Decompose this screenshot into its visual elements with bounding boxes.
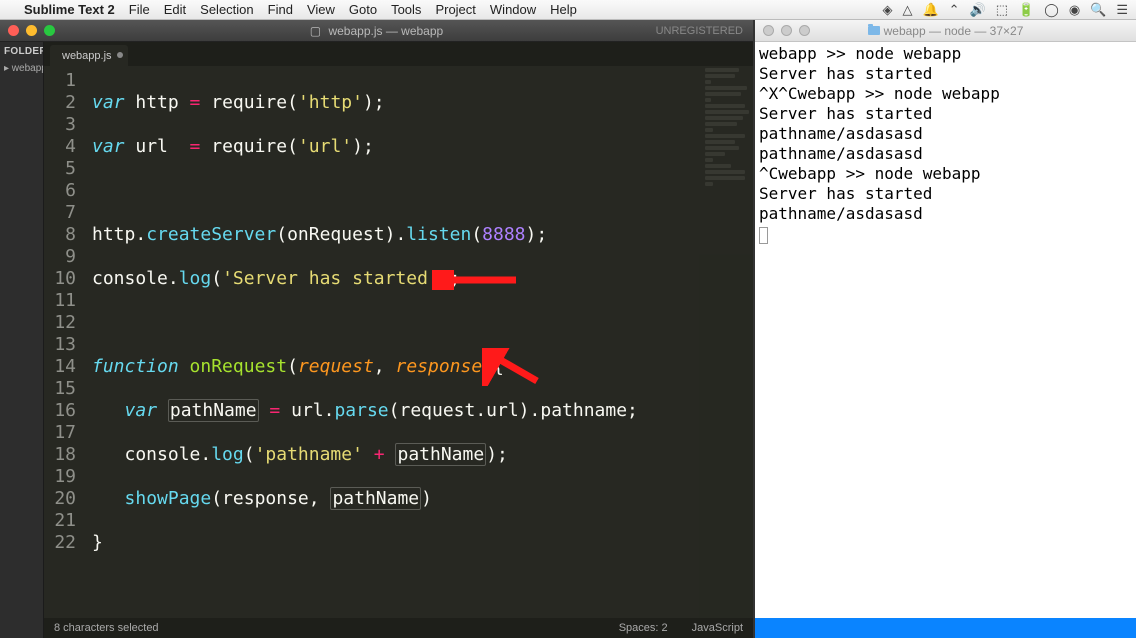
drive-icon[interactable]: ◈ xyxy=(882,2,892,18)
terminal-line: Server has started xyxy=(759,184,1132,204)
list-icon[interactable]: ☰ xyxy=(1116,2,1128,18)
line-number-gutter: 12345678910111213141516171819202122 xyxy=(44,66,86,618)
code-content[interactable]: var http = require('http'); var url = re… xyxy=(86,66,638,618)
window-title: ▢ webapp.js — webapp xyxy=(0,24,753,38)
sublime-window: ▢ webapp.js — webapp UNREGISTERED FOLDER… xyxy=(0,20,753,638)
battery-icon[interactable]: 🔋 xyxy=(1018,2,1034,18)
tab-bar: webapp.js xyxy=(44,42,753,66)
menu-window[interactable]: Window xyxy=(490,2,536,17)
menu-file[interactable]: File xyxy=(129,2,150,17)
terminal-line: webapp >> node webapp xyxy=(759,44,1132,64)
dot-icon[interactable]: ◉ xyxy=(1069,2,1080,18)
menu-project[interactable]: Project xyxy=(435,2,475,17)
folder-icon xyxy=(868,26,880,35)
status-bar: 8 characters selected Spaces: 2 JavaScri… xyxy=(44,618,753,638)
dirty-indicator-icon xyxy=(117,52,123,58)
unregistered-badge: UNREGISTERED xyxy=(656,25,743,37)
terminal-line: pathname/asdasasd xyxy=(759,124,1132,144)
terminal-cursor xyxy=(759,227,768,244)
sidebar-header: FOLDERS xyxy=(0,42,43,61)
terminal-window: webapp — node — 37×27 webapp >> node web… xyxy=(753,20,1136,638)
wifi-icon[interactable]: ⬚ xyxy=(996,2,1008,18)
terminal-line: ^Cwebapp >> node webapp xyxy=(759,164,1132,184)
sidebar-item-webapp[interactable]: ▸ webapp xyxy=(0,61,43,76)
menu-help[interactable]: Help xyxy=(550,2,577,17)
terminal-line: Server has started xyxy=(759,64,1132,84)
minimap[interactable] xyxy=(699,66,753,618)
cloud-icon[interactable]: △ xyxy=(902,2,912,18)
menu-view[interactable]: View xyxy=(307,2,335,17)
circle-icon[interactable]: ◯ xyxy=(1044,2,1059,18)
menubar-status-icons: ◈ △ 🔔 ⌃ 🔊 ⬚ 🔋 ◯ ◉ 🔍 ☰ xyxy=(882,0,1128,20)
terminal-line: pathname/asdasasd xyxy=(759,204,1132,224)
status-language[interactable]: JavaScript xyxy=(692,622,743,634)
terminal-line: ^X^Cwebapp >> node webapp xyxy=(759,84,1132,104)
editor-titlebar[interactable]: ▢ webapp.js — webapp UNREGISTERED xyxy=(0,20,753,42)
terminal-titlebar[interactable]: webapp — node — 37×27 xyxy=(755,20,1136,42)
terminal-output[interactable]: webapp >> node webapp Server has started… xyxy=(755,42,1136,618)
menu-selection[interactable]: Selection xyxy=(200,2,253,17)
terminal-title: webapp — node — 37×27 xyxy=(755,24,1136,38)
volume-icon[interactable]: 🔊 xyxy=(970,2,986,18)
folder-sidebar[interactable]: FOLDERS ▸ webapp xyxy=(0,42,44,638)
menu-find[interactable]: Find xyxy=(268,2,293,17)
search-icon[interactable]: 🔍 xyxy=(1090,2,1106,18)
document-icon: ▢ xyxy=(310,24,321,38)
dock-strip xyxy=(755,618,1136,638)
terminal-line: Server has started xyxy=(759,104,1132,124)
bluetooth-icon[interactable]: ⌃ xyxy=(949,2,960,18)
tab-label: webapp.js xyxy=(62,50,112,62)
status-spaces[interactable]: Spaces: 2 xyxy=(619,622,668,634)
code-editor[interactable]: 12345678910111213141516171819202122 var … xyxy=(44,66,753,618)
menu-goto[interactable]: Goto xyxy=(349,2,377,17)
terminal-line: pathname/asdasasd xyxy=(759,144,1132,164)
status-selection: 8 characters selected xyxy=(54,622,159,634)
tab-webappjs[interactable]: webapp.js xyxy=(50,45,128,66)
bell-icon[interactable]: 🔔 xyxy=(922,2,938,18)
menu-edit[interactable]: Edit xyxy=(164,2,186,17)
app-name[interactable]: Sublime Text 2 xyxy=(24,2,115,17)
menu-tools[interactable]: Tools xyxy=(391,2,421,17)
macos-menubar: Sublime Text 2 File Edit Selection Find … xyxy=(0,0,1136,20)
